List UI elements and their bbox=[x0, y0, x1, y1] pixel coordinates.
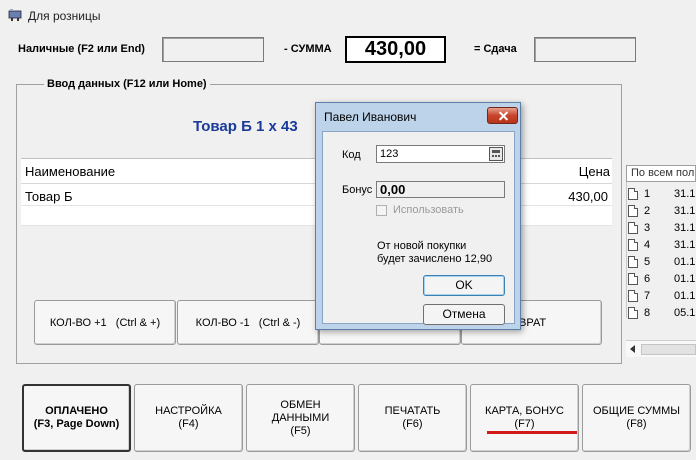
document-icon bbox=[628, 273, 638, 285]
input-group-legend: Ввод данных (F12 или Home) bbox=[44, 78, 210, 90]
list-item[interactable]: 2 31.1 bbox=[628, 203, 696, 220]
dialog-title: Павел Иванович bbox=[324, 110, 417, 124]
print-button[interactable]: ПЕЧАТАТЬ (F6) bbox=[358, 384, 467, 452]
history-filter[interactable]: По всем пол bbox=[626, 165, 696, 182]
totals-button[interactable]: ОБЩИЕ СУММЫ (F8) bbox=[582, 384, 691, 452]
qty-minus-label: КОЛ-ВО -1 bbox=[195, 317, 250, 329]
settings-button[interactable]: НАСТРОЙКА (F4) bbox=[134, 384, 243, 452]
print-shortcut: (F6) bbox=[402, 418, 423, 430]
list-item[interactable]: 6 01.1 bbox=[628, 271, 696, 288]
document-icon bbox=[628, 239, 638, 251]
document-icon bbox=[628, 307, 638, 319]
document-icon bbox=[628, 222, 638, 234]
exchange-label-1: ОБМЕН bbox=[280, 398, 321, 411]
history-scrollbar[interactable] bbox=[626, 340, 696, 357]
change-field bbox=[534, 37, 636, 62]
list-item[interactable]: 5 01.1 bbox=[628, 254, 696, 271]
exchange-button[interactable]: ОБМЕН ДАННЫМИ (F5) bbox=[246, 384, 355, 452]
paid-button[interactable]: ОПЛАЧЕНО (F3, Page Down) bbox=[22, 384, 131, 452]
bonus-message: От новой покупки будет зачислено 12,90 bbox=[377, 240, 492, 266]
close-icon[interactable] bbox=[487, 107, 518, 124]
totals-label: ОБЩИЕ СУММЫ bbox=[592, 405, 681, 417]
settings-label: НАСТРОЙКА bbox=[155, 405, 222, 417]
change-label: = Сдача bbox=[474, 43, 517, 55]
calculator-icon[interactable] bbox=[489, 147, 503, 161]
history-panel[interactable]: По всем пол 1 31.1 2 31.1 3 31.1 4 31.1 5 01.… bbox=[626, 165, 696, 355]
card-bonus-button[interactable]: КАРТА, БОНУС (F7) bbox=[470, 384, 579, 452]
cancel-button[interactable]: Отмена bbox=[423, 304, 505, 325]
exchange-shortcut: (F5) bbox=[290, 424, 311, 437]
register-icon bbox=[8, 9, 22, 21]
list-item[interactable]: 4 31.1 bbox=[628, 237, 696, 254]
bonus-message-line1: От новой покупки bbox=[377, 240, 467, 252]
return-label: ВРАТ bbox=[519, 317, 547, 329]
document-icon bbox=[628, 290, 638, 302]
sum-label: - СУММА bbox=[284, 43, 332, 55]
cash-input[interactable] bbox=[162, 37, 264, 62]
bonus-value: 0,00 bbox=[376, 181, 505, 198]
bonus-label: Бонус bbox=[342, 184, 373, 196]
sum-value: 430,00 bbox=[345, 36, 446, 63]
scroll-thumb[interactable] bbox=[641, 344, 696, 355]
code-value: 123 bbox=[380, 148, 399, 160]
list-item[interactable]: 7 01.1 bbox=[628, 288, 696, 305]
document-icon bbox=[628, 256, 638, 268]
bonus-message-line2: будет зачислено 12,90 bbox=[377, 253, 493, 265]
paid-label: ОПЛАЧЕНО bbox=[45, 405, 108, 417]
code-label: Код bbox=[342, 149, 361, 161]
list-item[interactable]: 8 05.1 bbox=[628, 305, 696, 322]
list-item[interactable]: 3 31.1 bbox=[628, 220, 696, 237]
print-label: ПЕЧАТАТЬ bbox=[384, 405, 441, 417]
use-bonus-label: Использовать bbox=[393, 204, 464, 216]
row-name: Товар Б bbox=[25, 189, 73, 204]
column-name: Наименование bbox=[25, 164, 116, 179]
customer-dialog: Павел Иванович Код 123 Бонус 0,00 Исполь… bbox=[315, 102, 521, 330]
card-bonus-underline bbox=[487, 431, 577, 434]
settings-shortcut: (F4) bbox=[178, 418, 199, 430]
title-bar: Для розницы bbox=[0, 0, 696, 30]
document-icon bbox=[628, 188, 638, 200]
qty-plus-label: КОЛ-ВО +1 bbox=[49, 317, 107, 329]
ok-button[interactable]: OK bbox=[423, 275, 505, 296]
qty-plus-button[interactable]: КОЛ-ВО +1 (Ctrl & +) bbox=[34, 300, 176, 345]
product-title: Товар Б 1 х 43 bbox=[193, 118, 298, 135]
window-title: Для розницы bbox=[28, 9, 101, 23]
use-bonus-checkbox[interactable] bbox=[376, 205, 387, 216]
qty-minus-button[interactable]: КОЛ-ВО -1 (Ctrl & -) bbox=[177, 300, 319, 345]
card-bonus-shortcut: (F7) bbox=[514, 418, 535, 430]
totals-shortcut: (F8) bbox=[626, 418, 647, 430]
code-field[interactable]: 123 bbox=[376, 145, 505, 163]
dialog-body: Код 123 Бонус 0,00 Использовать От новой… bbox=[322, 131, 515, 325]
qty-plus-shortcut: (Ctrl & +) bbox=[115, 317, 161, 329]
card-bonus-label: КАРТА, БОНУС bbox=[485, 405, 564, 417]
qty-minus-shortcut: (Ctrl & -) bbox=[258, 317, 301, 329]
exchange-label-2: ДАННЫМИ bbox=[271, 411, 330, 424]
row-price: 430,00 bbox=[568, 189, 608, 204]
paid-shortcut: (F3, Page Down) bbox=[33, 418, 120, 430]
list-item[interactable]: 1 31.1 bbox=[628, 186, 696, 203]
document-icon bbox=[628, 205, 638, 217]
scroll-left-icon[interactable] bbox=[630, 345, 635, 353]
column-price: Цена bbox=[578, 164, 610, 179]
cash-label: Наличные (F2 или End) bbox=[18, 43, 145, 55]
